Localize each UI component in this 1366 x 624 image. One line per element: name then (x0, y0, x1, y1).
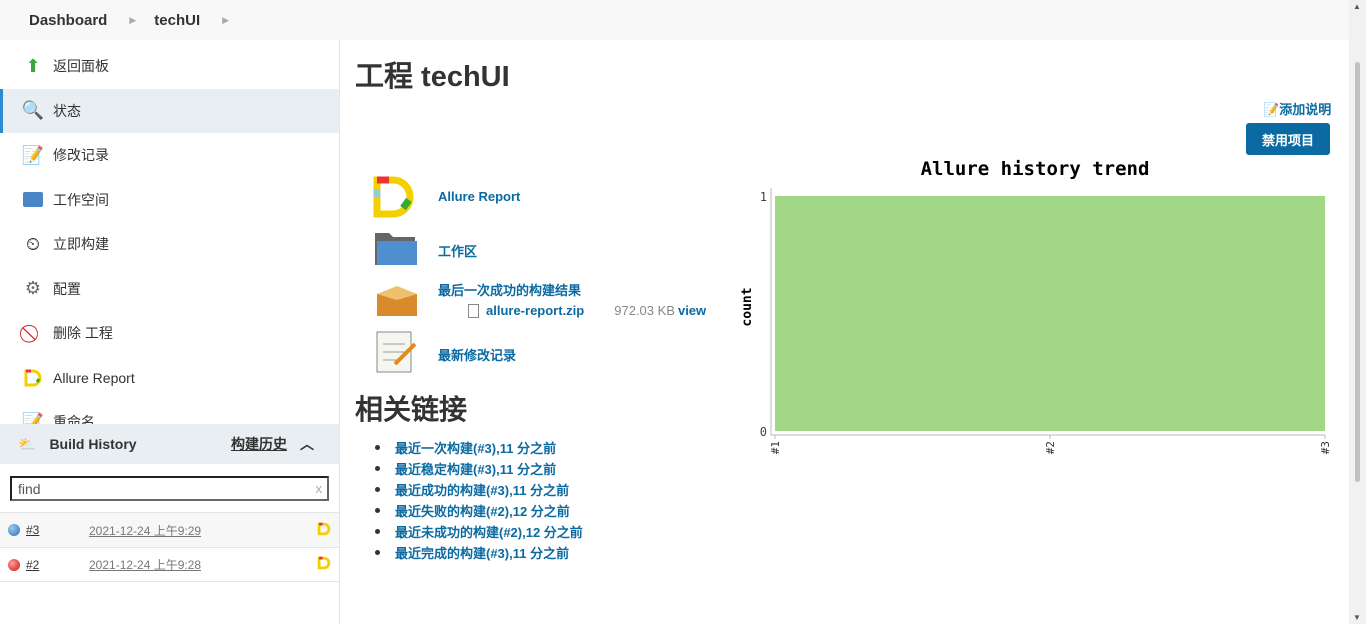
package-icon[interactable] (373, 280, 421, 325)
sidebar-item-label: 立即构建 (53, 236, 109, 253)
workspace-link[interactable]: 工作区 (438, 241, 477, 260)
sidebar-item-workspace[interactable]: 工作空间 (0, 178, 339, 223)
allure-trend-chart[interactable]: Allure history trend count 0 1 #1 #2 #3 (730, 150, 1340, 460)
notepad-icon[interactable] (373, 328, 419, 379)
sidebar-item-label: 返回面板 (53, 58, 109, 75)
gear-icon: ⚙ (24, 278, 42, 299)
sidebar-item-label: 状态 (53, 102, 81, 119)
build-history-title: Build History (49, 436, 137, 452)
page-title: 工程 techUI (355, 61, 510, 93)
breadcrumb-separator-icon: ▶ (129, 14, 137, 25)
recent-changes-link[interactable]: 最新修改记录 (438, 345, 516, 364)
clock-build-icon: ⏲ (25, 233, 41, 254)
edit-icon: 📝 (1263, 102, 1280, 117)
related-link[interactable]: 最近一次构建(#3),11 分之前 (395, 438, 556, 457)
related-link-item[interactable]: 最近稳定构建(#3),11 分之前 (375, 458, 583, 479)
clear-icon[interactable]: x (316, 481, 323, 496)
related-link-item[interactable]: 最近失败的构建(#2),12 分之前 (375, 500, 583, 521)
chart-title: Allure history trend (921, 158, 1150, 180)
breadcrumb: Dashboard ▶ techUI ▶ (0, 0, 1349, 40)
add-description-label: 添加说明 (1279, 102, 1332, 117)
add-description-link[interactable]: 📝添加说明 (1263, 99, 1331, 118)
x-tick-label: #1 (769, 441, 782, 454)
no-entry-icon: ⃠ (22, 322, 44, 344)
up-arrow-icon: ⬆ (25, 55, 41, 76)
build-row: #2 2021-12-24 上午9:28 (0, 547, 339, 582)
build-number-link[interactable]: #2 (26, 558, 39, 572)
y-axis-label: count (740, 287, 755, 326)
build-number-link[interactable]: #3 (26, 523, 39, 537)
related-link-item[interactable]: 最近一次构建(#3),11 分之前 (375, 437, 583, 458)
build-date-link[interactable]: 2021-12-24 上午9:28 (89, 556, 201, 573)
allure-icon (22, 367, 44, 389)
folder-icon[interactable] (373, 229, 419, 272)
related-link[interactable]: 最近稳定构建(#3),11 分之前 (395, 459, 556, 478)
x-tick-label: #2 (1044, 441, 1057, 454)
y-tick-label: 0 (760, 425, 767, 439)
artifact-link[interactable]: allure-report.zip (486, 303, 584, 318)
collapse-chevron-icon[interactable]: ︿ (300, 434, 314, 454)
sidebar-item-label: Allure Report (53, 369, 135, 386)
build-date-link[interactable]: 2021-12-24 上午9:29 (89, 522, 201, 539)
related-links-heading: 相关链接 (355, 394, 468, 425)
allure-icon[interactable] (317, 556, 331, 573)
search-placeholder: find (18, 480, 41, 497)
allure-icon[interactable] (373, 176, 419, 223)
allure-icon[interactable] (317, 522, 331, 539)
breadcrumb-techui[interactable]: techUI (154, 12, 200, 29)
sidebar-item-allure[interactable]: Allure Report (0, 356, 339, 401)
build-history-header: ⛅ Build History 构建历史 ︿ (0, 424, 339, 464)
related-link-item[interactable]: 最近完成的构建(#3),11 分之前 (375, 542, 583, 563)
x-tick-label: #3 (1319, 441, 1332, 454)
scrollbar[interactable]: ▲ ▼ (1349, 0, 1366, 624)
status-ball-icon (8, 558, 20, 571)
status-ball-icon (8, 524, 20, 536)
weather-icon: ⛅ (18, 435, 36, 452)
sidebar-item-build-now[interactable]: ⏲ 立即构建 (0, 222, 339, 267)
last-successful-artifacts-link[interactable]: 最后一次成功的构建结果 (438, 280, 581, 299)
artifact-size: 972.03 KB (614, 303, 675, 318)
search-icon: 🔍 (21, 100, 45, 121)
sidebar-item-delete[interactable]: ⃠ 删除 工程 (0, 311, 339, 356)
breadcrumb-separator-icon: ▶ (222, 14, 230, 25)
sidebar-item-changes[interactable]: 📝 修改记录 (0, 133, 339, 178)
related-link[interactable]: 最近完成的构建(#3),11 分之前 (395, 543, 569, 562)
sidebar-item-back[interactable]: ⬆ 返回面板 (0, 44, 339, 89)
file-icon (468, 303, 479, 318)
scroll-down-icon[interactable]: ▼ (1353, 613, 1361, 622)
build-row: #3 2021-12-24 上午9:29 (0, 512, 339, 547)
related-link[interactable]: 最近未成功的构建(#2),12 分之前 (395, 522, 583, 541)
sidebar-item-label: 修改记录 (53, 147, 109, 164)
build-search-input[interactable]: find x (10, 476, 329, 501)
scrollbar-thumb[interactable] (1355, 62, 1360, 482)
sidebar-item-configure[interactable]: ⚙ 配置 (0, 267, 339, 312)
artifact-row: allure-report.zip 972.03 KB view (468, 303, 706, 318)
y-tick-label: 1 (760, 190, 767, 204)
folder-icon (22, 189, 44, 211)
sidebar-item-label: 删除 工程 (53, 325, 113, 342)
artifact-view-link[interactable]: view (678, 303, 706, 318)
series-area (775, 196, 1325, 431)
sidebar-item-label: 工作空间 (53, 191, 109, 208)
sidebar-item-label: 配置 (53, 280, 81, 297)
related-links-list: 最近一次构建(#3),11 分之前 最近稳定构建(#3),11 分之前 最近成功… (375, 437, 583, 563)
scroll-up-icon[interactable]: ▲ (1353, 2, 1361, 11)
notepad-icon: 📝 (21, 144, 45, 165)
sidebar-item-status[interactable]: 🔍 状态 (0, 88, 339, 133)
related-link[interactable]: 最近成功的构建(#3),11 分之前 (395, 480, 569, 499)
related-link-item[interactable]: 最近未成功的构建(#2),12 分之前 (375, 521, 583, 542)
related-link-item[interactable]: 最近成功的构建(#3),11 分之前 (375, 479, 583, 500)
allure-report-link[interactable]: Allure Report (438, 189, 520, 204)
related-link[interactable]: 最近失败的构建(#2),12 分之前 (395, 501, 570, 520)
build-trend-link[interactable]: 构建历史 (231, 434, 287, 454)
breadcrumb-dashboard[interactable]: Dashboard (29, 12, 107, 29)
